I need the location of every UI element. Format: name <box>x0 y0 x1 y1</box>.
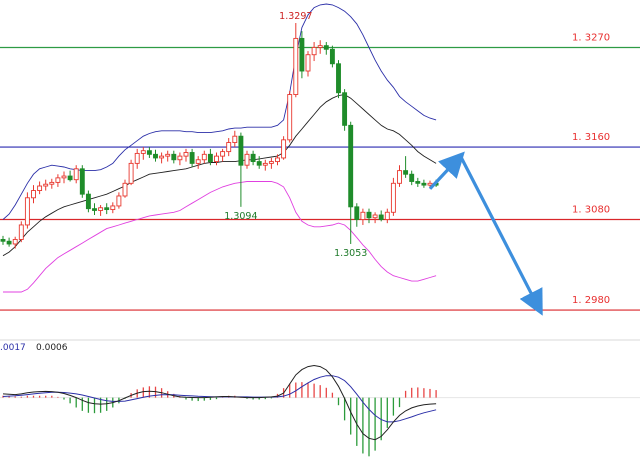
candle-body-63 <box>384 211 390 220</box>
candle-body-12 <box>73 168 79 181</box>
candle-body-25 <box>153 153 158 159</box>
candle-body-53 <box>323 45 329 50</box>
candle-body-56 <box>342 92 348 126</box>
signal-value-label: 0.0006 <box>36 343 68 353</box>
band-upper-line <box>2 3 437 220</box>
candle-body-58 <box>354 206 360 220</box>
candle-body-24 <box>146 150 152 155</box>
candle-body-9 <box>55 177 61 183</box>
candle-body-65 <box>397 170 402 184</box>
candle-body-28 <box>171 153 177 161</box>
candle-body-61 <box>372 214 378 219</box>
candle-body-16 <box>98 207 104 211</box>
candle-body-49 <box>299 37 305 72</box>
candle-body-42 <box>256 161 262 166</box>
level-label-3: 1. 2980 <box>572 295 610 306</box>
annotation-0: 1.3297 <box>279 11 312 22</box>
candle-body-10 <box>61 175 67 179</box>
candle-body-19 <box>116 195 122 207</box>
candle-body-13 <box>79 168 85 195</box>
forecast-arrow-1 <box>459 155 543 316</box>
forecast-arrow-0 <box>428 151 465 190</box>
candle-body-14 <box>85 193 91 210</box>
macd-signal-line <box>2 375 437 423</box>
candle-body-3 <box>18 224 24 240</box>
price-chart: 1. 3270 1. 3160 1. 3080 1. 2980 1.3297 1.309… <box>0 3 640 457</box>
candle-body-59 <box>360 211 366 220</box>
candle-body-36 <box>220 151 226 157</box>
macd-value-label: .0017 <box>0 343 26 353</box>
candle-body-15 <box>92 208 97 211</box>
candle-body-20 <box>122 182 128 197</box>
candle-body-43 <box>262 162 268 166</box>
candle-body-29 <box>177 155 183 161</box>
macd-line <box>2 364 437 441</box>
annotation-2: 1.3053 <box>334 248 367 259</box>
chart-root: 1. 3270 1. 3160 1. 3080 1. 2980 1.3297 1.309… <box>0 0 640 468</box>
candle-body-70 <box>427 182 433 186</box>
candle-body-34 <box>207 153 213 163</box>
candle-body-17 <box>104 207 110 211</box>
band-middle-line <box>2 94 437 257</box>
candle-body-21 <box>128 162 134 184</box>
candle-body-50 <box>305 54 311 72</box>
candle-body-22 <box>134 152 140 164</box>
candle-body-2 <box>12 238 18 245</box>
candle-body-1 <box>6 240 12 245</box>
candle-body-26 <box>159 155 165 159</box>
candle-body-57 <box>348 124 354 208</box>
candle-body-18 <box>110 205 116 211</box>
candle-body-32 <box>195 159 201 164</box>
candle-body-11 <box>67 175 73 181</box>
band-lower-line <box>3 181 437 293</box>
candle-body-35 <box>214 155 219 163</box>
candle-body-33 <box>201 153 207 161</box>
candle-body-4 <box>24 197 30 226</box>
level-label-0: 1. 3270 <box>572 32 610 43</box>
candle-body-66 <box>403 170 409 175</box>
candle-body-45 <box>275 157 280 163</box>
candle-body-41 <box>250 153 256 163</box>
level-label-1: 1. 3160 <box>572 132 610 143</box>
candle-body-62 <box>378 214 384 220</box>
candle-body-6 <box>37 185 43 191</box>
level-label-2: 1. 3080 <box>572 205 610 216</box>
candle-body-38 <box>232 135 238 143</box>
candle-body-55 <box>336 63 341 94</box>
candle-body-0 <box>0 238 6 242</box>
candle-body-7 <box>43 183 49 187</box>
candle-body-51 <box>311 47 317 56</box>
candle-body-68 <box>415 181 421 184</box>
candle-body-67 <box>409 173 415 182</box>
candle-body-47 <box>287 94 293 141</box>
candle-body-31 <box>189 152 195 164</box>
candle-body-8 <box>49 181 55 185</box>
candle-body-39 <box>238 135 244 166</box>
candle-body-60 <box>366 211 372 219</box>
candle-body-46 <box>281 139 287 159</box>
candle-body-44 <box>268 161 274 164</box>
annotation-1: 1.3094 <box>224 211 257 222</box>
candle-body-69 <box>421 182 427 186</box>
candle-body-5 <box>31 190 36 199</box>
candle-body-54 <box>329 48 335 65</box>
candle-body-40 <box>244 153 250 166</box>
candle-body-23 <box>140 150 146 154</box>
candle-body-64 <box>390 182 396 213</box>
candle-body-37 <box>226 142 232 153</box>
candle-body-27 <box>165 153 171 157</box>
candle-body-30 <box>183 152 189 157</box>
candle-body-48 <box>293 37 299 96</box>
candle-body-52 <box>317 45 323 48</box>
